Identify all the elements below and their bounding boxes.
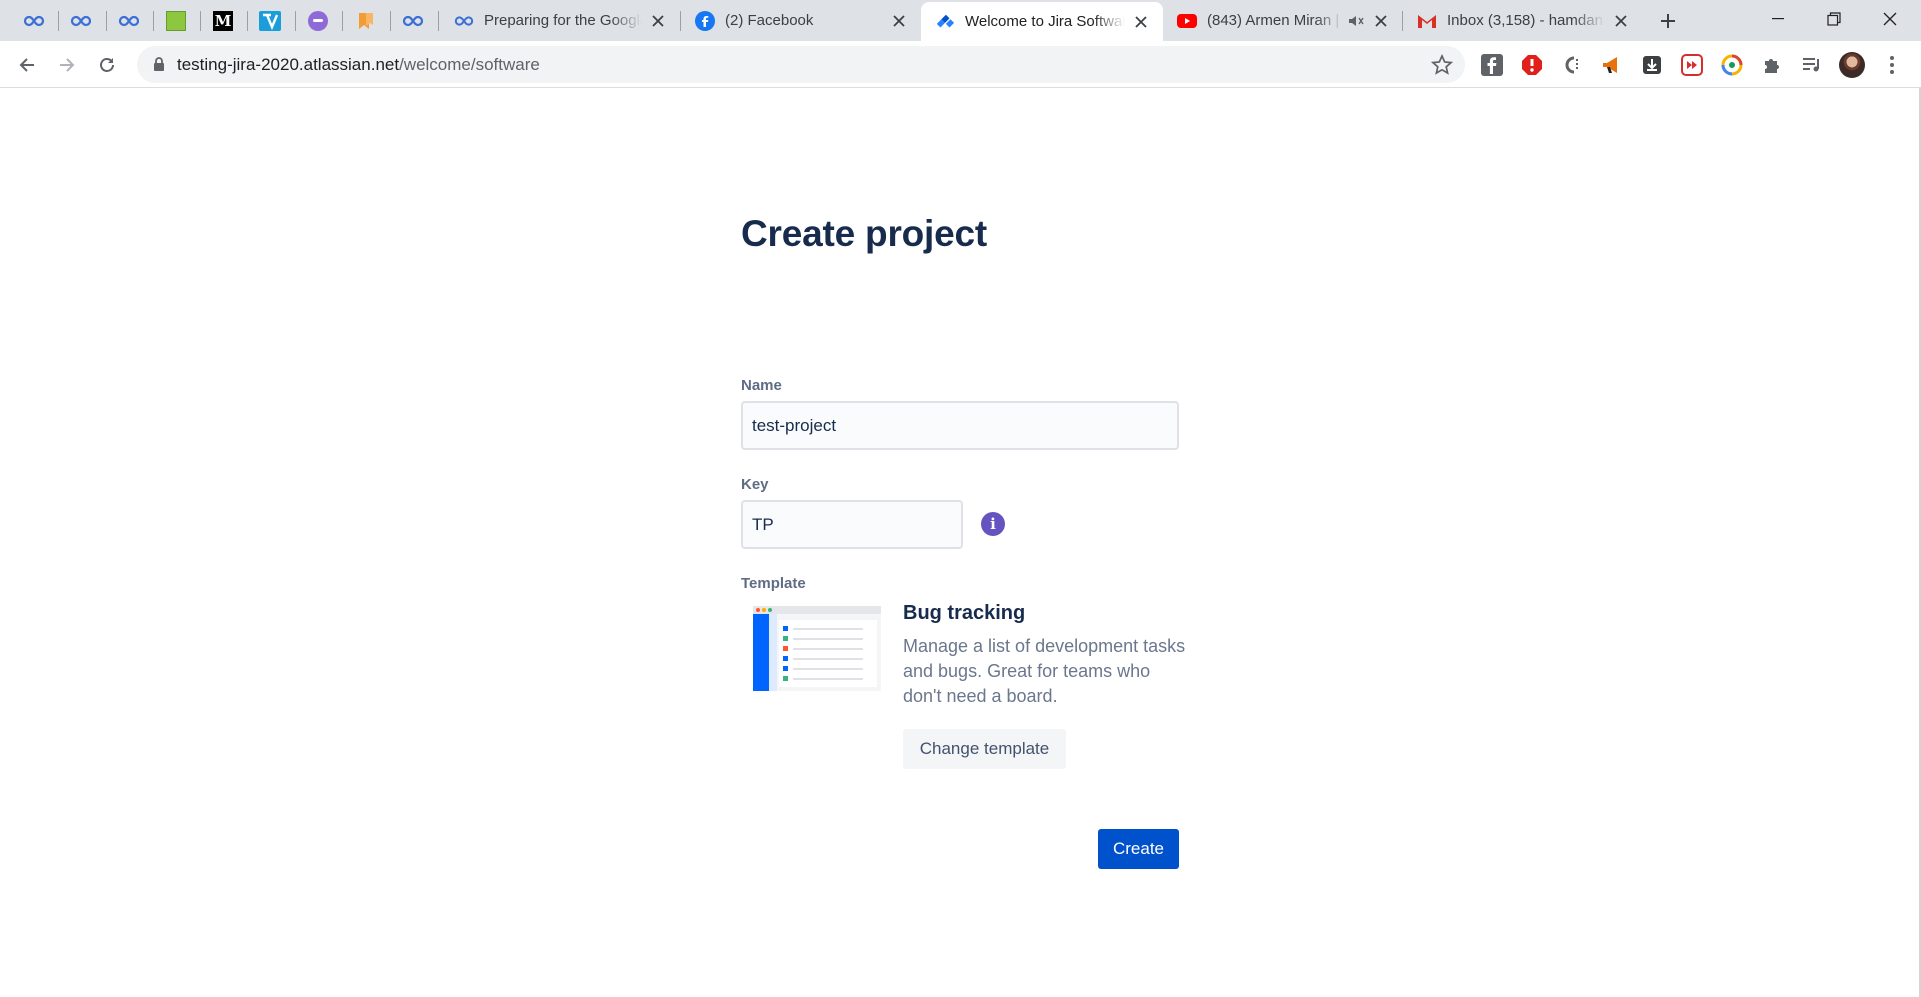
restore-icon xyxy=(1827,12,1841,26)
reload-icon xyxy=(100,58,114,72)
youtube-icon xyxy=(1177,11,1197,31)
lock-icon[interactable] xyxy=(151,56,167,72)
template-description: Manage a list of development tasks and b… xyxy=(903,636,1186,706)
url-path: /welcome/software xyxy=(399,55,540,74)
tab-jira[interactable]: Welcome to Jira Software xyxy=(921,2,1163,41)
plus-icon xyxy=(1661,14,1675,28)
create-button[interactable]: Create xyxy=(1098,829,1179,869)
tab-title: (2) Facebook xyxy=(725,12,814,29)
video-speed-icon[interactable] xyxy=(1678,51,1706,79)
tab-title: Preparing for the Google xyxy=(484,12,642,29)
forward-button[interactable] xyxy=(50,48,84,82)
adblock-icon[interactable] xyxy=(1518,51,1546,79)
c-extension-icon[interactable] xyxy=(1558,51,1586,79)
bug-tracking-template-illustration xyxy=(753,606,881,691)
pinned-tab[interactable] xyxy=(105,0,153,41)
reload-button[interactable] xyxy=(90,48,124,82)
megaphone-icon[interactable] xyxy=(1598,51,1626,79)
forward-arrow-icon xyxy=(60,58,75,72)
infinity-icon xyxy=(454,11,474,31)
gmail-icon xyxy=(1417,11,1437,31)
page-title: Create project xyxy=(741,213,988,254)
menu-button[interactable] xyxy=(1878,51,1906,79)
tab-gmail[interactable]: Inbox (3,158) - hamdan. xyxy=(1403,0,1643,41)
muted-speaker-icon[interactable] xyxy=(1347,12,1365,30)
template-label: Template xyxy=(741,575,806,592)
pinned-tab[interactable] xyxy=(246,0,294,41)
pinned-tab[interactable] xyxy=(10,0,58,41)
colorful-extension-icon[interactable] xyxy=(1718,51,1746,79)
close-icon[interactable] xyxy=(889,11,909,31)
tab-google-prep[interactable]: Preparing for the Google xyxy=(440,0,680,41)
infinity-icon xyxy=(402,15,424,26)
pinned-tab[interactable] xyxy=(294,0,342,41)
info-icon[interactable]: i xyxy=(981,512,1005,536)
new-tab-button[interactable] xyxy=(1653,7,1683,35)
pinned-tab[interactable] xyxy=(152,0,200,41)
extensions-puzzle-icon[interactable] xyxy=(1758,51,1786,79)
template-title: Bug tracking xyxy=(903,602,1026,624)
download-extension-icon[interactable] xyxy=(1638,51,1666,79)
tab-facebook[interactable]: (2) Facebook xyxy=(681,0,921,41)
pinned-tab[interactable] xyxy=(342,0,390,41)
key-label: Key xyxy=(741,476,769,493)
medium-icon: M xyxy=(213,10,233,31)
address-bar[interactable]: testing-jira-2020.atlassian.net/welcome/… xyxy=(137,46,1465,83)
name-input[interactable] xyxy=(743,403,1177,448)
close-icon[interactable] xyxy=(1371,11,1391,31)
close-icon[interactable] xyxy=(1131,12,1151,32)
close-icon[interactable] xyxy=(1611,11,1631,31)
restore-button[interactable] xyxy=(1806,0,1862,38)
bookmark-star-icon[interactable] xyxy=(1431,54,1453,76)
jira-icon xyxy=(935,12,955,32)
change-template-button[interactable]: Change template xyxy=(903,729,1066,769)
infinity-icon xyxy=(70,15,92,26)
minimize-button[interactable] xyxy=(1750,0,1806,38)
close-window-button[interactable] xyxy=(1862,0,1918,38)
minimize-icon xyxy=(1772,18,1784,20)
media-queue-icon[interactable] xyxy=(1798,51,1826,79)
profile-avatar-icon xyxy=(1839,52,1865,78)
pinned-tab[interactable] xyxy=(57,0,105,41)
v-icon xyxy=(259,10,281,31)
url-text: testing-jira-2020.atlassian.net/welcome/… xyxy=(177,55,540,75)
url-host: testing-jira-2020.atlassian.net xyxy=(177,55,400,74)
browser-tab-strip: M Preparing for the Google (2) Facebook … xyxy=(0,0,1921,41)
pinned-tab[interactable]: M xyxy=(199,0,247,41)
facebook-extension-icon[interactable] xyxy=(1478,51,1506,79)
tab-youtube[interactable]: (843) Armen Miran | xyxy=(1163,0,1403,41)
back-arrow-icon xyxy=(19,58,34,72)
orange-bookmark-icon xyxy=(359,12,373,29)
browser-toolbar: testing-jira-2020.atlassian.net/welcome/… xyxy=(0,41,1921,88)
name-label: Name xyxy=(741,377,782,394)
purple-circle-icon xyxy=(308,10,328,31)
kebab-menu-icon xyxy=(1890,56,1894,74)
green-square-icon xyxy=(166,10,186,31)
name-field-wrapper xyxy=(741,401,1179,450)
close-icon[interactable] xyxy=(648,11,668,31)
key-input[interactable] xyxy=(743,502,961,547)
close-icon xyxy=(1883,12,1897,26)
infinity-icon xyxy=(23,15,45,26)
pinned-tab[interactable] xyxy=(389,0,437,41)
tab-title: (843) Armen Miran | xyxy=(1207,12,1340,29)
infinity-icon xyxy=(118,15,140,26)
tab-title: Welcome to Jira Software xyxy=(965,13,1125,30)
back-button[interactable] xyxy=(10,48,44,82)
avatar[interactable] xyxy=(1838,51,1866,79)
key-field-wrapper xyxy=(741,500,963,549)
facebook-icon xyxy=(695,10,715,31)
tab-title: Inbox (3,158) - hamdan. xyxy=(1447,12,1605,29)
